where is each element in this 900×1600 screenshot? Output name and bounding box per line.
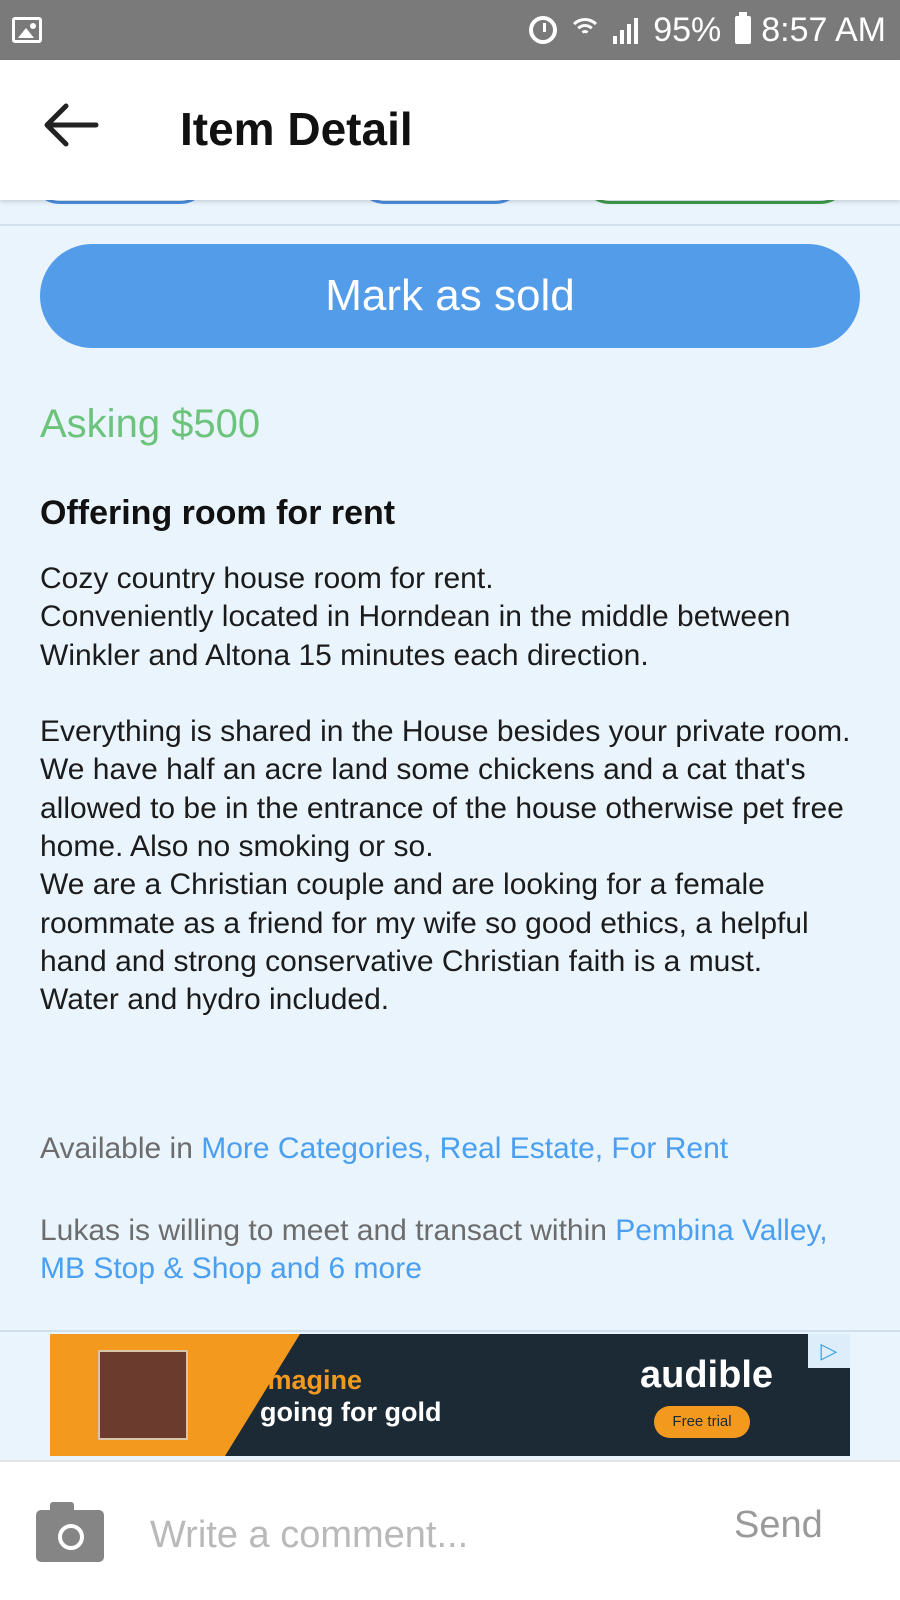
wifi-icon [567,16,603,44]
comment-input[interactable] [150,1500,650,1570]
back-button[interactable] [40,100,100,150]
item-description: Cozy country house room for rent. Conven… [40,562,851,1017]
audiobook-cover-image [98,1350,188,1440]
item-title: Offering room for rent [40,494,396,532]
comment-bar: Send [0,1460,900,1600]
ad-headline-line2: going for gold [260,1397,442,1427]
scrolled-action-row [0,170,900,226]
adchoices-icon[interactable]: ▷ [808,1334,850,1368]
meet-label: Lukas is willing to meet and transact wi… [40,1214,616,1247]
page-title: Item Detail [180,103,413,155]
signal-icon [613,16,643,44]
meet-location-line: Lukas is willing to meet and transact wi… [40,1212,870,1288]
availability-line: Available in More Categories, Real Estat… [40,1130,870,1168]
ad-brand-logo: audible [640,1354,774,1396]
camera-icon[interactable] [36,1502,104,1562]
send-button[interactable]: Send [734,1504,823,1547]
app-bar: Item Detail [0,60,900,200]
ad-banner[interactable]: Imagine going for gold audible Free tria… [50,1334,850,1456]
category-links[interactable]: More Categories, Real Estate, For Rent [201,1132,728,1165]
battery-percent: 95% [653,10,722,49]
status-indicators: 95% 8:57 AM [529,0,886,60]
clock: 8:57 AM [761,10,886,49]
battery-icon [735,12,752,44]
availability-label: Available in [40,1132,202,1165]
mark-as-sold-button[interactable]: Mark as sold [40,244,860,348]
ad-headline-line1: Imagine [260,1365,363,1395]
arrow-left-icon [44,103,99,147]
asking-price: Asking $500 [40,402,261,446]
gallery-notification-icon [12,17,42,43]
alarm-icon [529,16,558,44]
ad-headline: Imagine going for gold [260,1364,441,1428]
ad-cta-button[interactable]: Free trial [654,1406,750,1438]
status-bar: 95% 8:57 AM [0,0,900,60]
ad-area: Imagine going for gold audible Free tria… [0,1330,900,1458]
